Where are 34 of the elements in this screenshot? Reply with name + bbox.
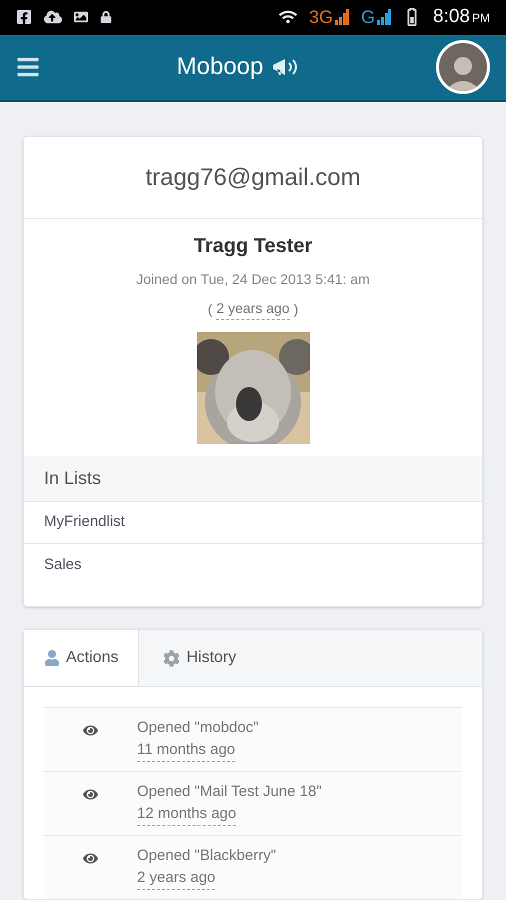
list-item[interactable]: MyFriendlist (24, 502, 482, 544)
activity-time: 12 months ago (137, 803, 236, 826)
relative-time: 2 years ago (216, 298, 290, 320)
user-icon (44, 650, 60, 666)
list-item[interactable]: Sales (24, 544, 482, 586)
activity-text: Opened "mobdoc" (137, 718, 259, 738)
activity-time: 11 months ago (137, 739, 236, 762)
activity-text: Opened "Blackberry" (137, 846, 276, 866)
network-type: 3G (308, 6, 333, 29)
activity-time: 2 years ago (137, 867, 216, 890)
signal-icon (377, 9, 392, 26)
user-name: Tragg Tester (194, 234, 312, 259)
clock-period: PM (472, 10, 490, 28)
eye-icon (83, 787, 98, 802)
gear-icon (163, 650, 180, 666)
eye-icon (83, 851, 98, 866)
section-heading: In Lists (44, 467, 102, 490)
signal-icon (335, 9, 349, 26)
app-title: Moboop (176, 52, 264, 82)
cloud-upload-icon (44, 8, 62, 26)
tab[interactable]: History (139, 630, 260, 686)
megaphone-icon (271, 57, 300, 78)
lock-icon (100, 11, 112, 24)
image-icon (74, 10, 88, 24)
bracket: ) (294, 300, 298, 319)
tab[interactable]: Actions (24, 630, 140, 686)
activity-text: Opened "Mail Test June 18" (137, 782, 322, 802)
network-type: G (361, 6, 376, 29)
facebook-icon (16, 9, 32, 26)
email-address: tragg76@gmail.com (145, 162, 361, 192)
clock-time: 8:08 (433, 5, 470, 30)
eye-icon (83, 723, 98, 738)
bracket: ( (208, 300, 212, 319)
joined-date: Joined on Tue, 24 Dec 2013 5:41: am (136, 270, 370, 289)
